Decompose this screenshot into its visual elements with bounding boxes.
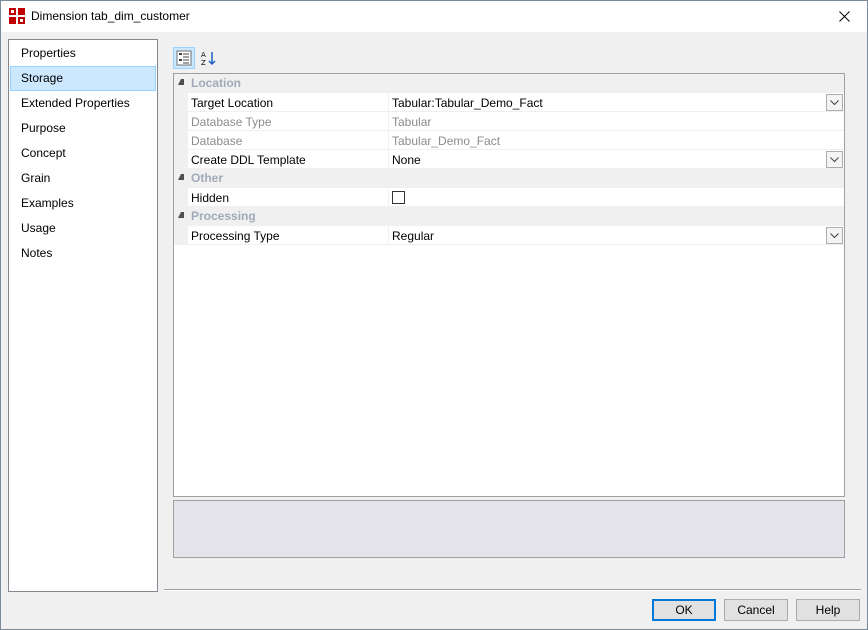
property-value: Tabular <box>392 115 432 129</box>
svg-text:A: A <box>201 51 206 59</box>
sort-alphabetical-icon: A Z <box>201 51 216 66</box>
property-value[interactable]: Tabular:Tabular_Demo_Fact <box>392 96 543 110</box>
window-title: Dimension tab_dim_customer <box>31 9 190 23</box>
row-gutter <box>174 226 188 245</box>
property-name: Create DDL Template <box>191 153 306 167</box>
nav-item-extended-properties[interactable]: Extended Properties <box>10 91 156 116</box>
nav-item-purpose[interactable]: Purpose <box>10 116 156 141</box>
category-label: Location <box>191 76 241 90</box>
category-processing[interactable]: Processing <box>174 207 844 226</box>
ok-button[interactable]: OK <box>652 599 716 621</box>
property-row-database-type: Database Type Tabular <box>174 112 844 131</box>
collapse-triangle-icon[interactable] <box>178 79 184 85</box>
row-gutter <box>174 131 188 150</box>
collapse-triangle-icon[interactable] <box>178 212 184 218</box>
column-divider <box>388 150 389 169</box>
title-bar: Dimension tab_dim_customer <box>1 1 867 32</box>
category-label: Other <box>191 171 224 185</box>
help-button[interactable]: Help <box>796 599 860 621</box>
chevron-down-icon <box>830 156 839 162</box>
row-gutter <box>174 150 188 169</box>
dropdown-button[interactable] <box>826 227 843 244</box>
row-gutter <box>174 93 188 112</box>
section-nav-list: Properties Storage Extended Properties P… <box>8 39 158 592</box>
property-name: Processing Type <box>191 229 280 243</box>
nav-item-storage[interactable]: Storage <box>10 66 156 91</box>
categorized-button[interactable] <box>173 47 195 69</box>
row-separator <box>188 244 844 245</box>
categorized-view-icon <box>176 50 192 66</box>
column-divider <box>388 188 389 207</box>
dropdown-button[interactable] <box>826 151 843 168</box>
alphabetical-button[interactable]: A Z <box>197 47 219 69</box>
property-grid: Location Target Location Tabular:Tabular… <box>173 73 845 497</box>
nav-item-grain[interactable]: Grain <box>10 166 156 191</box>
svg-text:Z: Z <box>201 59 206 66</box>
dialog-window: Dimension tab_dim_customer Properties St… <box>0 0 868 630</box>
collapse-triangle-icon[interactable] <box>178 174 184 180</box>
chevron-down-icon <box>830 99 839 105</box>
hidden-checkbox[interactable] <box>392 191 405 204</box>
nav-item-properties[interactable]: Properties <box>10 41 156 66</box>
button-bar-separator-highlight <box>164 590 861 591</box>
property-value: Tabular_Demo_Fact <box>392 134 501 148</box>
nav-item-examples[interactable]: Examples <box>10 191 156 216</box>
cancel-button[interactable]: Cancel <box>724 599 788 621</box>
row-gutter <box>174 188 188 207</box>
category-label: Processing <box>191 209 256 223</box>
property-row-target-location[interactable]: Target Location Tabular:Tabular_Demo_Fac… <box>174 93 844 112</box>
nav-item-usage[interactable]: Usage <box>10 216 156 241</box>
column-divider <box>388 93 389 112</box>
property-row-hidden[interactable]: Hidden <box>174 188 844 207</box>
close-icon <box>838 11 850 22</box>
property-name: Database Type <box>191 115 272 129</box>
category-location[interactable]: Location <box>174 74 844 93</box>
category-other[interactable]: Other <box>174 169 844 188</box>
column-divider <box>388 112 389 131</box>
column-divider <box>388 131 389 150</box>
property-name: Database <box>191 134 243 148</box>
column-divider <box>388 226 389 245</box>
nav-item-notes[interactable]: Notes <box>10 241 156 266</box>
property-value[interactable]: Regular <box>392 229 434 243</box>
property-row-database: Database Tabular_Demo_Fact <box>174 131 844 150</box>
property-value[interactable]: None <box>392 153 421 167</box>
property-description-pane <box>173 500 845 558</box>
property-name: Hidden <box>191 191 230 205</box>
property-name: Target Location <box>191 96 274 110</box>
app-grid-icon <box>9 8 26 25</box>
property-row-create-ddl-template[interactable]: Create DDL Template None <box>174 150 844 169</box>
property-row-processing-type[interactable]: Processing Type Regular <box>174 226 844 245</box>
nav-item-concept[interactable]: Concept <box>10 141 156 166</box>
chevron-down-icon <box>830 232 839 238</box>
close-button[interactable] <box>821 1 867 32</box>
dropdown-button[interactable] <box>826 94 843 111</box>
row-gutter <box>174 112 188 131</box>
